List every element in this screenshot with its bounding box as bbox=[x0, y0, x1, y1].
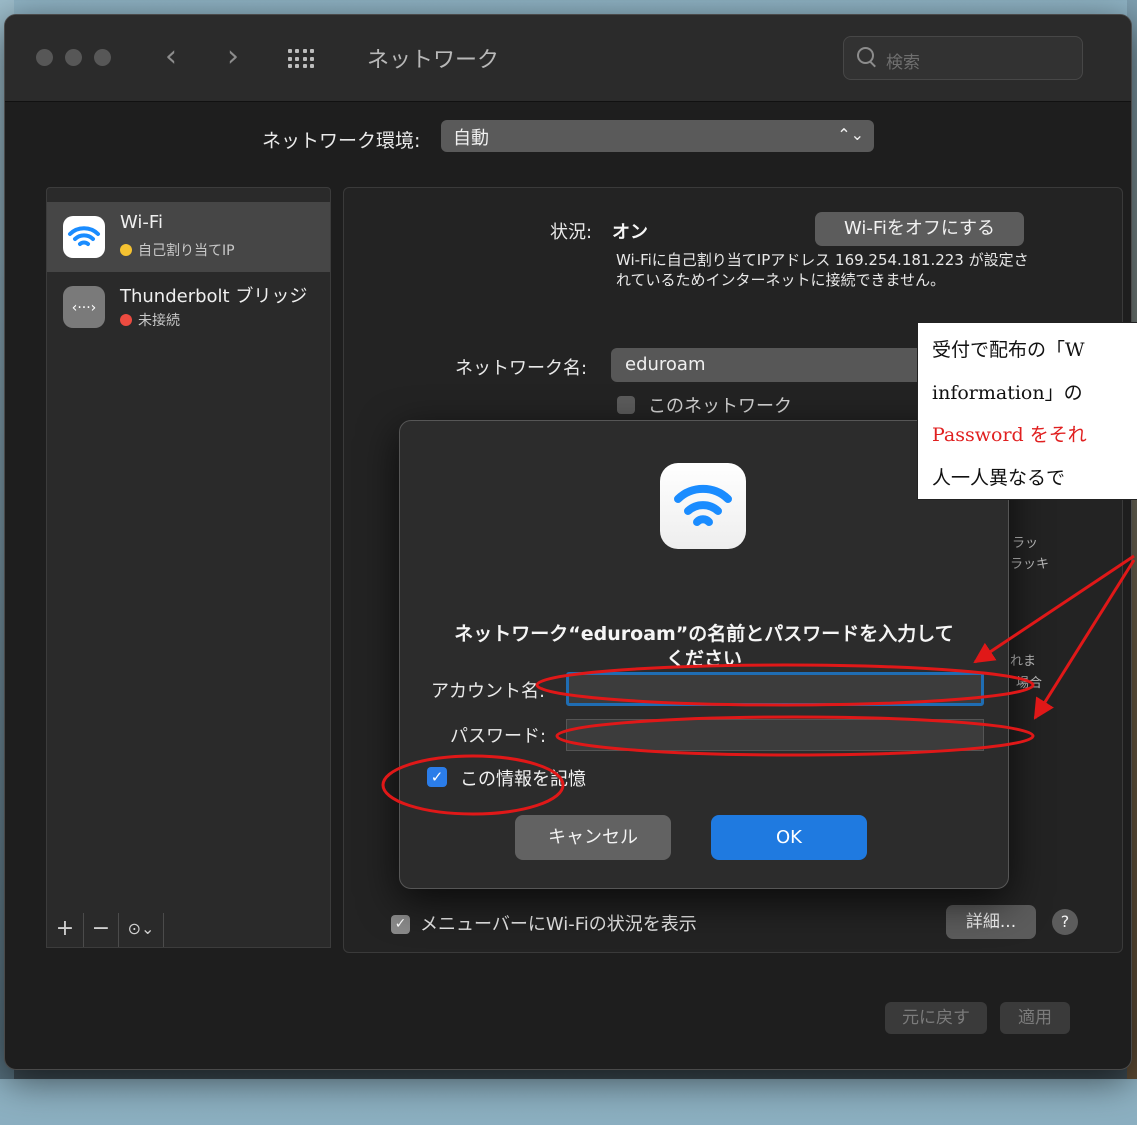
thunderbolt-bridge-icon: ‹···› bbox=[63, 286, 105, 328]
remember-label: この情報を記憶 bbox=[460, 769, 586, 790]
add-service-button[interactable]: + bbox=[47, 913, 84, 947]
dialog-title-line: ください bbox=[665, 648, 742, 670]
service-status: 未接続 bbox=[120, 310, 180, 330]
forward-button[interactable]: › bbox=[227, 39, 239, 75]
network-name-value: eduroam bbox=[625, 354, 706, 375]
annotation-line: information」の bbox=[932, 382, 1083, 404]
dialog-title-line: ネットワーク“eduroam”の名前とパスワードを入力して bbox=[454, 623, 954, 645]
location-select[interactable]: 自動 ⌃⌄ bbox=[441, 120, 874, 152]
status-description: Wi-Fiに自己割り当てIPアドレス 169.254.181.223 が設定され… bbox=[616, 251, 1029, 289]
back-button[interactable]: ‹ bbox=[165, 39, 177, 75]
search-icon bbox=[857, 47, 874, 64]
zoom-button[interactable] bbox=[94, 49, 111, 66]
network-name-label: ネットワーク名: bbox=[455, 358, 588, 379]
window-title: ネットワーク bbox=[367, 48, 500, 73]
cancel-button[interactable]: キャンセル bbox=[515, 815, 671, 860]
apply-button[interactable]: 適用 bbox=[1000, 1002, 1070, 1034]
location-value: 自動 bbox=[453, 128, 489, 149]
remove-service-button[interactable]: − bbox=[84, 913, 119, 947]
service-name: Wi-Fi bbox=[120, 212, 163, 233]
show-all-grid-icon[interactable] bbox=[288, 49, 314, 69]
account-name-label: アカウント名: bbox=[431, 681, 546, 702]
turn-wifi-off-button[interactable]: Wi-Fiをオフにする bbox=[815, 212, 1024, 246]
service-item-wifi[interactable]: Wi-Fi 自己割り当てIP bbox=[47, 202, 330, 272]
service-item-thunderbolt[interactable]: ‹···› Thunderbolt ブリッジ 未接続 bbox=[47, 272, 330, 342]
ok-button[interactable]: OK bbox=[711, 815, 867, 860]
service-name: Thunderbolt ブリッジ bbox=[120, 286, 308, 307]
status-value: オン bbox=[612, 222, 648, 243]
advanced-button[interactable]: 詳細... bbox=[946, 905, 1036, 939]
dialog-title: ネットワーク“eduroam”の名前とパスワードを入力して ください bbox=[410, 622, 998, 672]
annotation-line: 人一人異なるで bbox=[932, 467, 1066, 489]
minimize-button[interactable] bbox=[65, 49, 82, 66]
obscured-text: れま bbox=[1010, 654, 1037, 669]
annotation-line: 受付で配布の「W bbox=[932, 339, 1085, 361]
titlebar: ‹ › ネットワーク 検索 bbox=[5, 15, 1131, 102]
status-dot-yellow bbox=[120, 244, 132, 256]
obscured-text: 場合 bbox=[1016, 676, 1043, 691]
service-sidebar: Wi-Fi 自己割り当てIP ‹···› Thunderbolt ブリッジ 未接… bbox=[46, 187, 331, 1125]
service-status: 自己割り当てIP bbox=[120, 240, 235, 260]
show-wifi-in-menubar-label: メニューバーにWi-Fiの状況を表示 bbox=[420, 914, 697, 935]
service-list: Wi-Fi 自己割り当てIP ‹···› Thunderbolt ブリッジ 未接… bbox=[46, 187, 331, 915]
sidebar-toolbar: + − ⊙⌄ bbox=[46, 913, 331, 948]
search-field[interactable]: 検索 bbox=[843, 36, 1083, 80]
auto-join-label: このネットワーク bbox=[648, 396, 792, 417]
status-dot-red bbox=[120, 314, 132, 326]
service-status-text: 未接続 bbox=[138, 313, 180, 329]
location-label: ネットワーク環境: bbox=[262, 130, 421, 152]
account-name-field[interactable] bbox=[566, 672, 984, 706]
search-placeholder: 検索 bbox=[886, 53, 920, 73]
auto-join-checkbox[interactable] bbox=[617, 396, 635, 414]
network-name-popup[interactable]: eduroam bbox=[611, 348, 941, 382]
password-label: パスワード: bbox=[450, 726, 547, 747]
help-button[interactable]: ? bbox=[1052, 909, 1078, 935]
revert-button[interactable]: 元に戻す bbox=[885, 1002, 987, 1034]
show-wifi-in-menubar-checkbox[interactable]: ✓ bbox=[391, 915, 410, 934]
service-status-text: 自己割り当てIP bbox=[138, 243, 235, 259]
remember-checkbox[interactable]: ✓ bbox=[427, 767, 447, 787]
status-label: 状況: bbox=[550, 222, 593, 243]
close-button[interactable] bbox=[36, 49, 53, 66]
annotation-note: 受付で配布の「W information」の Password をそれ 人一人異… bbox=[917, 322, 1137, 500]
svg-text:‹···›: ‹···› bbox=[72, 300, 97, 316]
wifi-icon bbox=[660, 463, 746, 549]
obscured-text: ラッ bbox=[1012, 536, 1039, 551]
action-menu-button[interactable]: ⊙⌄ bbox=[119, 913, 164, 947]
wifi-icon bbox=[63, 216, 105, 258]
password-field[interactable] bbox=[566, 719, 984, 751]
annotation-line: Password をそれ bbox=[932, 424, 1087, 446]
obscured-text: ラッキ bbox=[1010, 557, 1050, 572]
updown-chevron-icon: ⌃⌄ bbox=[837, 125, 864, 144]
